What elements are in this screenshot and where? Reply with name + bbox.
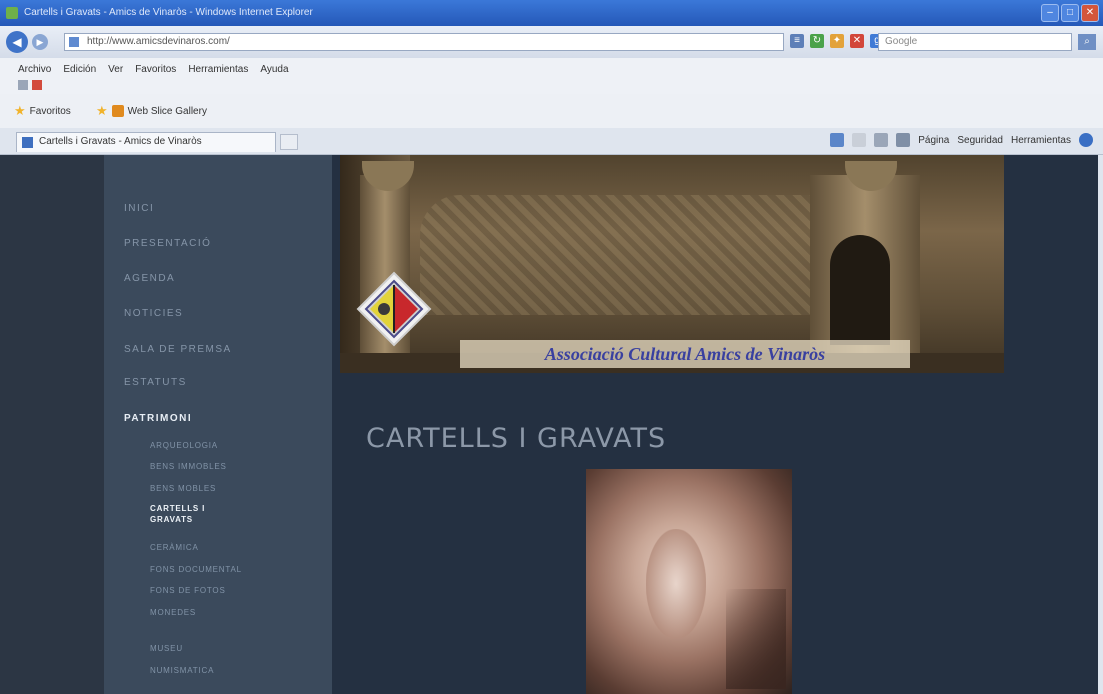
subnav-item-monedes[interactable]: MONEDES [150,607,196,618]
site-sidebar: INICI PRESENTACIÓ AGENDA NOTICIES SALA D… [104,155,332,694]
window-controls: – □ ✕ [1041,4,1099,22]
command-page[interactable]: Página [918,135,949,146]
favorites-bar: ★ Favoritos ★ Web Slice Gallery [0,94,1103,129]
nav-item-inici[interactable]: INICI [124,203,154,214]
window-titlebar: Cartells i Gravats - Amics de Vinaròs - … [0,0,1103,26]
subnav-item-cartells-i-gravats[interactable]: CARTELLS I GRAVATS [150,503,230,525]
menu-bar: Archivo Edición Ver Favoritos Herramient… [0,58,1103,95]
subnav-item-bens-mobles[interactable]: BENS MOBLES [150,483,216,494]
subnav-item-arqueologia[interactable]: ARQUEOLOGIA [150,440,218,451]
subnav-item-museu[interactable]: MUSEU [150,643,183,654]
favorites-link[interactable]: ★ Web Slice Gallery [96,103,207,119]
favorites-button[interactable]: ★ Favoritos [14,103,71,119]
address-bar-tools: ≡ ↻ ✦ ✕ g [790,34,884,48]
menu-ayuda[interactable]: Ayuda [260,64,288,75]
poster-image[interactable] [586,469,792,694]
web-slice-icon [111,105,124,117]
nav-item-estatuts[interactable]: ESTATUTS [124,377,187,388]
menu-edicion[interactable]: Edición [63,64,96,75]
navigation-bar: ◀ ▶ http://www.amicsdevinaros.com/ ≡ ↻ ✦… [0,26,1103,59]
subnav-item-ceramica[interactable]: CERÀMICA [150,542,199,553]
addon-icon[interactable] [32,80,42,90]
menu-ver[interactable]: Ver [108,64,123,75]
tab-title: Cartells i Gravats - Amics de Vinaròs [39,136,202,147]
back-arrow-icon[interactable]: ◀ [6,31,28,53]
web-page: INICI PRESENTACIÓ AGENDA NOTICIES SALA D… [0,155,1103,694]
command-tools[interactable]: Herramientas [1011,135,1071,146]
feed-icon[interactable]: ✦ [830,34,844,48]
association-seal-icon[interactable] [356,271,432,347]
home-icon[interactable] [830,133,845,147]
banner-arch [830,235,890,345]
favorites-star-icon: ★ [14,103,26,118]
help-icon[interactable] [1079,133,1093,147]
favorites-label: Favoritos [29,105,71,117]
poster-shade [726,589,786,689]
nav-item-noticies[interactable]: NOTICIES [124,308,183,319]
toolbar-grip-icon [18,80,28,90]
compatibility-icon[interactable]: ≡ [790,34,804,48]
tab-bar: Cartells i Gravats - Amics de Vinaròs Pá… [0,128,1103,155]
read-mail-icon[interactable] [874,133,889,147]
menu-favoritos[interactable]: Favoritos [135,64,176,75]
new-tab-button[interactable] [280,134,298,150]
feeds-icon[interactable] [852,133,867,147]
maximize-icon[interactable]: □ [1061,4,1079,22]
add-favorite-icon: ★ [96,103,108,118]
nav-item-sala-de-premsa[interactable]: SALA DE PREMSA [124,344,232,355]
stop-icon[interactable]: ✕ [850,34,864,48]
subnav-item-bens-immobles[interactable]: BENS IMMOBLES [150,461,227,472]
menu-archivo[interactable]: Archivo [18,64,51,75]
nav-item-patrimoni[interactable]: PATRIMONI [124,413,192,424]
forward-arrow-icon[interactable]: ▶ [32,34,48,50]
refresh-icon[interactable]: ↻ [810,34,824,48]
page-favicon-icon [69,37,79,47]
favorites-item-label: Web Slice Gallery [127,105,207,117]
header-banner: Associació Cultural Amics de Vinaròs [340,155,1004,373]
subnav-item-fons-documental[interactable]: FONS DOCUMENTAL [150,564,242,575]
vertical-scrollbar[interactable] [1098,155,1103,694]
ie-app-icon [6,7,18,19]
address-bar[interactable]: http://www.amicsdevinaros.com/ [64,33,784,51]
tab-current[interactable]: Cartells i Gravats - Amics de Vinaròs [16,132,276,152]
search-input[interactable]: Google [878,33,1072,51]
tab-favicon-icon [22,137,33,148]
subnav-item-numismatica[interactable]: NUMISMATICA [150,665,214,676]
minimize-icon[interactable]: – [1041,4,1059,22]
banner-tagline: Associació Cultural Amics de Vinaròs [460,340,910,368]
command-security[interactable]: Seguridad [957,135,1003,146]
page-title: CARTELLS I GRAVATS [366,423,667,454]
command-bar: Página Seguridad Herramientas [830,133,1093,147]
subnav-item-fons-de-fotos[interactable]: FONS DE FOTOS [150,585,226,596]
window-title: Cartells i Gravats - Amics de Vinaròs - … [24,7,313,18]
print-icon[interactable] [896,133,911,147]
nav-item-presentacio[interactable]: PRESENTACIÓ [124,238,211,249]
close-icon[interactable]: ✕ [1081,4,1099,22]
poster-figure [646,529,706,639]
search-icon[interactable]: ⌕ [1078,34,1096,50]
nav-item-agenda[interactable]: AGENDA [124,273,175,284]
menu-herramientas[interactable]: Herramientas [188,64,248,75]
address-url: http://www.amicsdevinaros.com/ [87,36,230,47]
